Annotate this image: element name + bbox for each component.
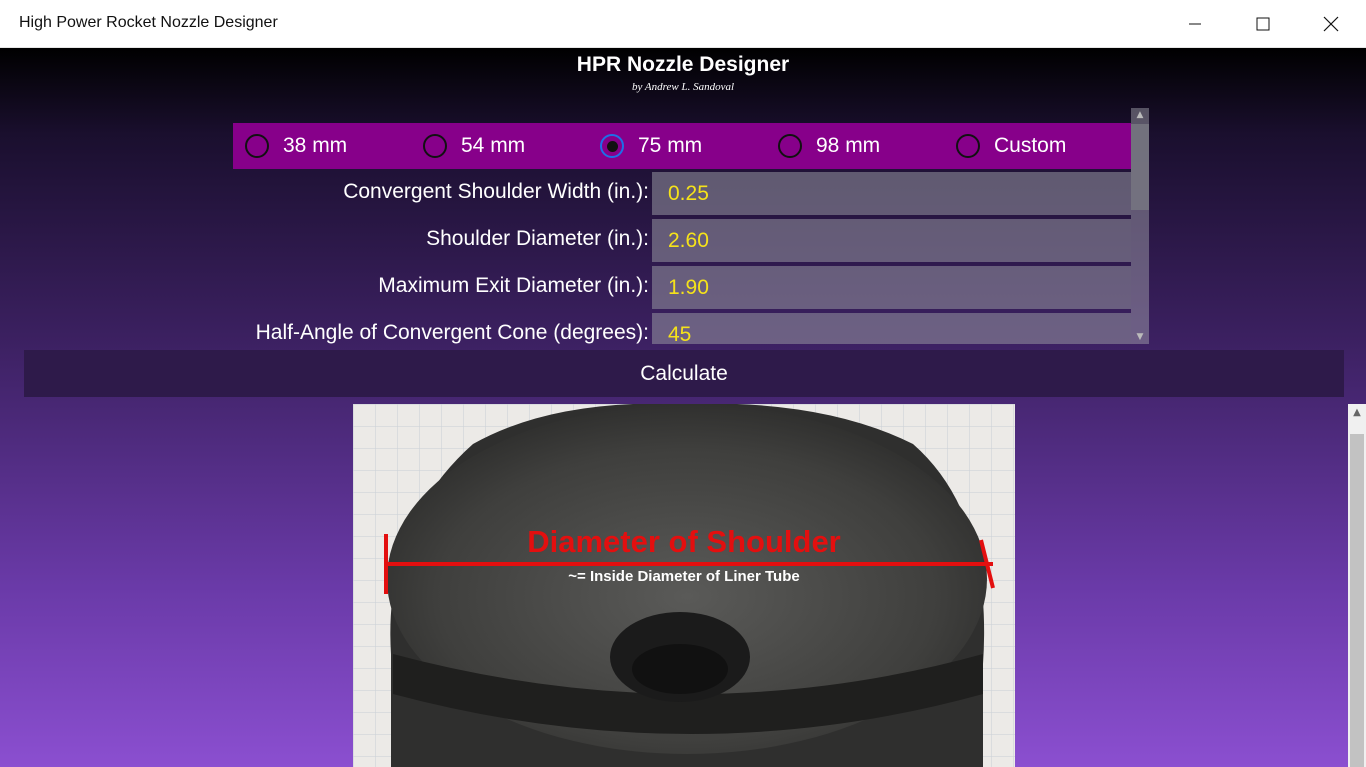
motor-size-radio-group: 38 mm 54 mm 75 mm 98 mm Custom: [233, 123, 1131, 169]
parameters-panel: 38 mm 54 mm 75 mm 98 mm Custom Convergen…: [233, 108, 1149, 344]
minimize-button[interactable]: [1172, 0, 1218, 48]
radio-label: 98 mm: [816, 134, 881, 157]
radio-98mm[interactable]: 98 mm: [778, 123, 880, 169]
radio-label: Custom: [994, 134, 1067, 157]
shoulder-width-input[interactable]: [652, 172, 1131, 215]
app-content: HPR Nozzle Designer by Andrew L. Sandova…: [0, 48, 1366, 767]
radio-unchecked-icon: [956, 134, 980, 158]
field-label: Maximum Exit Diameter (in.):: [378, 274, 649, 297]
scroll-up-icon[interactable]: ▲: [1131, 108, 1149, 122]
window-titlebar: High Power Rocket Nozzle Designer: [0, 0, 1366, 48]
radio-unchecked-icon: [423, 134, 447, 158]
scroll-down-icon[interactable]: ▼: [1131, 330, 1149, 344]
field-label: Shoulder Diameter (in.):: [426, 227, 649, 250]
radio-38mm[interactable]: 38 mm: [245, 123, 347, 169]
radio-unchecked-icon: [778, 134, 802, 158]
scroll-up-icon[interactable]: ▲: [1348, 404, 1366, 422]
radio-label: 38 mm: [283, 134, 348, 157]
field-row-half-angle: Half-Angle of Convergent Cone (degrees):: [233, 311, 1131, 344]
maximize-icon: [1256, 17, 1270, 31]
calculate-button[interactable]: Calculate: [24, 350, 1344, 397]
diagram-title: Diameter of Shoulder: [527, 524, 841, 559]
page-scrollbar[interactable]: ▲: [1348, 404, 1366, 767]
radio-checked-icon: [600, 134, 624, 158]
radio-label: 54 mm: [461, 134, 526, 157]
field-row-shoulder-diameter: Shoulder Diameter (in.):: [233, 217, 1131, 264]
nozzle-diagram-image: Diameter of Shoulder ~= Inside Diameter …: [353, 404, 1015, 767]
radio-54mm[interactable]: 54 mm: [423, 123, 525, 169]
scrollbar-thumb[interactable]: [1131, 124, 1149, 210]
nozzle-photo-icon: [353, 404, 1015, 767]
app-title: HPR Nozzle Designer: [576, 53, 790, 76]
field-label: Half-Angle of Convergent Cone (degrees):: [255, 321, 649, 344]
shoulder-diameter-input[interactable]: [652, 219, 1131, 262]
field-row-shoulder-width: Convergent Shoulder Width (in.):: [233, 170, 1131, 217]
diagram-caption: ~= Inside Diameter of Liner Tube: [568, 568, 800, 585]
half-angle-input[interactable]: [652, 313, 1131, 344]
app-subtitle: by Andrew L. Sandoval: [631, 81, 735, 93]
parameters-scrollbar[interactable]: ▲ ▼: [1131, 108, 1149, 344]
exit-diameter-input[interactable]: [652, 266, 1131, 309]
radio-unchecked-icon: [245, 134, 269, 158]
field-label: Convergent Shoulder Width (in.):: [343, 180, 649, 203]
field-row-exit-diameter: Maximum Exit Diameter (in.):: [233, 264, 1131, 311]
scrollbar-thumb[interactable]: [1350, 434, 1364, 767]
maximize-button[interactable]: [1240, 0, 1286, 48]
radio-label: 75 mm: [638, 134, 703, 157]
close-icon: [1323, 16, 1339, 32]
minimize-icon: [1189, 23, 1201, 25]
window-title: High Power Rocket Nozzle Designer: [19, 14, 278, 31]
radio-custom[interactable]: Custom: [956, 123, 1066, 169]
radio-75mm[interactable]: 75 mm: [600, 123, 702, 169]
close-button[interactable]: [1308, 0, 1354, 48]
